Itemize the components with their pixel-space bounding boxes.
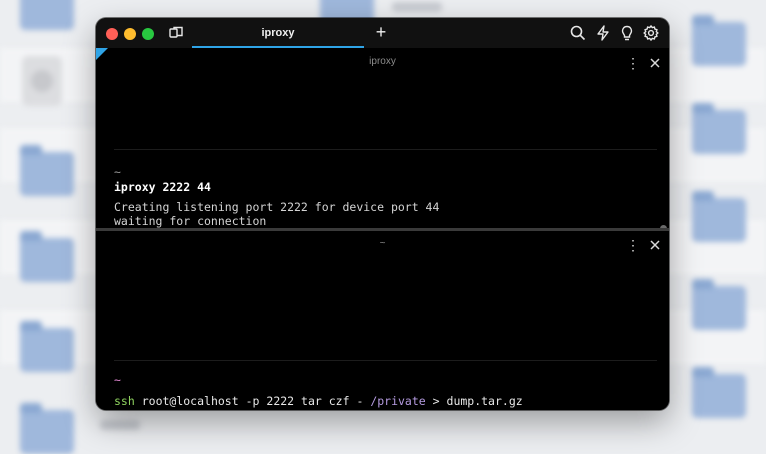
folder-icon [20, 321, 74, 372]
pane-title: iproxy [369, 56, 396, 67]
command-path: /private [370, 394, 426, 408]
folder-icon [20, 403, 74, 454]
desktop-label [100, 420, 140, 430]
pane-close-button[interactable] [648, 238, 662, 252]
desktop-label [392, 2, 442, 12]
command-output-file: dump.tar.gz [446, 394, 523, 408]
close-window-button[interactable] [106, 28, 118, 40]
folder-icon [692, 367, 746, 418]
minimize-window-button[interactable] [124, 28, 136, 40]
terminal-pane-bottom[interactable]: ~ ⋮ ~ ssh root@localhost -p 2222 tar czf… [96, 231, 669, 410]
output-line: Creating listening port 2222 for device … [114, 200, 440, 214]
tab-label: iproxy [261, 27, 295, 39]
pane-title: ~ [379, 238, 386, 249]
tab-iproxy[interactable]: iproxy [192, 18, 364, 48]
disk-icon [22, 56, 62, 106]
output-line: waiting for connection [114, 214, 267, 228]
lightning-icon[interactable] [594, 24, 612, 42]
lightbulb-icon[interactable] [618, 24, 636, 42]
sidebar-toggle-icon[interactable] [167, 24, 185, 42]
command-args: czf - [328, 394, 364, 408]
folder-icon [692, 279, 746, 330]
folder-icon [692, 103, 746, 154]
folder-icon [20, 145, 74, 196]
folder-icon [20, 0, 74, 30]
block-separator [114, 149, 657, 150]
pane-menu-button[interactable]: ⋮ [626, 238, 640, 252]
new-tab-button[interactable]: + [371, 22, 391, 42]
command-redirect: > [432, 394, 440, 408]
command-program: ssh [114, 394, 135, 408]
command-subcommand: tar [301, 394, 322, 408]
pane-menu-button[interactable]: ⋮ [626, 56, 640, 70]
pane-close-button[interactable] [648, 56, 662, 70]
command-flag: -p [245, 394, 260, 408]
block-separator [114, 360, 657, 361]
folder-icon [20, 231, 74, 282]
terminal-window: iproxy + iproxy ⋮ ~ iproxy 2222 44 Creat… [96, 18, 669, 410]
command-port: 2222 [266, 394, 295, 408]
folder-icon [692, 15, 746, 66]
prompt-directory: ~ [114, 373, 121, 387]
command-input[interactable]: ssh root@localhost -p 2222 tar czf - /pr… [114, 394, 523, 408]
zoom-window-button[interactable] [142, 28, 154, 40]
terminal-pane-top[interactable]: iproxy ⋮ ~ iproxy 2222 44 Creating liste… [96, 48, 669, 245]
settings-gear-icon[interactable] [642, 24, 660, 42]
command-host: root@localhost [141, 394, 239, 408]
command-text: iproxy 2222 44 [114, 180, 211, 194]
folder-icon [692, 191, 746, 242]
prompt-directory: ~ [114, 165, 121, 179]
title-bar: iproxy + [96, 18, 669, 48]
search-icon[interactable] [569, 24, 587, 42]
